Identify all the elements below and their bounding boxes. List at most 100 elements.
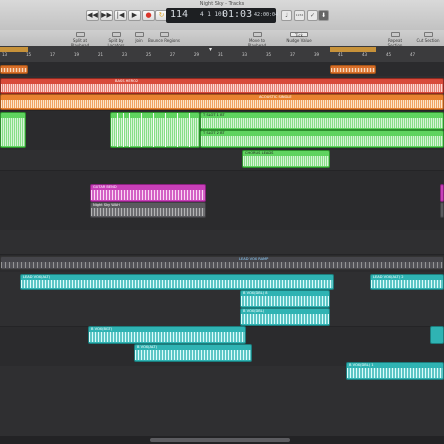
tempo-value: 114 [170, 9, 189, 20]
audio-region[interactable] [440, 184, 444, 202]
audio-region[interactable]: T SLOT 2 BT [200, 130, 444, 148]
cut-icon [423, 32, 433, 37]
audio-region[interactable]: T SLOT 1 BT [200, 112, 444, 130]
bar-number: 15 [26, 52, 32, 57]
waveform [1, 262, 443, 268]
waveform [331, 68, 375, 72]
waveform [135, 350, 251, 360]
audio-region[interactable]: Night Sky WAH [90, 202, 206, 218]
cycle-region-right[interactable] [330, 47, 376, 52]
audio-region[interactable]: CHORUS LEADS [242, 150, 330, 168]
nudge-value-field[interactable]: Tick [290, 32, 308, 38]
waveform [1, 68, 27, 72]
waveform [241, 314, 329, 324]
audio-region[interactable] [440, 202, 444, 218]
track-lane [0, 62, 444, 77]
count-in-button[interactable]: 1234 [294, 10, 305, 21]
bar-number: 13 [2, 52, 8, 57]
waveform [201, 136, 443, 146]
rewind-button[interactable]: ◀◀ [86, 10, 99, 21]
waveform [89, 332, 245, 342]
audio-region[interactable]: LEAD VOX(ALT) [20, 274, 334, 290]
audio-region[interactable] [330, 65, 376, 74]
go-to-start-button[interactable]: |◀ [114, 10, 127, 21]
bar-number: 33 [242, 52, 248, 57]
audio-region[interactable]: B VOX(DBL) 8 [240, 290, 330, 308]
bar-number: 35 [266, 52, 272, 57]
window-title: Night Sky - Tracks [199, 1, 245, 7]
waveform [241, 296, 329, 306]
track-lane [0, 230, 444, 255]
record-button[interactable]: ● [142, 10, 155, 21]
waveform [21, 280, 333, 288]
bar-number: 47 [410, 52, 416, 57]
bounce-icon [159, 32, 169, 37]
audio-region[interactable]: B VOX(ALT) [134, 344, 252, 362]
play-button[interactable]: ▶ [128, 10, 141, 21]
playhead-marker[interactable]: ▾ [209, 46, 212, 53]
join-button[interactable]: Join [132, 32, 146, 43]
audio-region[interactable] [430, 326, 444, 344]
scrollbar-thumb[interactable] [150, 438, 290, 442]
audio-region[interactable]: B VOX(DBL) [240, 308, 330, 326]
waveform [1, 118, 25, 146]
nudge-value-label: Nudge Value [286, 38, 312, 43]
bar-number: 27 [170, 52, 176, 57]
download-button[interactable]: ⬇ [318, 10, 329, 21]
audio-region[interactable] [0, 112, 26, 148]
waveform [91, 190, 205, 200]
waveform [1, 100, 443, 108]
audio-region[interactable]: BASS HERO2 [0, 78, 444, 94]
track-lane [0, 170, 444, 231]
waveform [111, 118, 199, 146]
audio-region[interactable]: ACOUSTIC SINGLE [0, 94, 444, 110]
audio-region[interactable]: LEAD VOX(ALT) 2 [370, 274, 444, 290]
timeline-ruler[interactable]: ▾ 13 15 17 19 21 23 25 27 29 31 33 35 37… [0, 46, 444, 63]
bar-number: 37 [290, 52, 296, 57]
audio-region[interactable]: LEAD VOX RAMP [0, 256, 444, 270]
fast-forward-button[interactable]: ▶▶ [100, 10, 113, 21]
metronome-button[interactable]: ♩ [281, 10, 292, 21]
bar-number: 21 [98, 52, 104, 57]
waveform [243, 156, 329, 166]
waveform [1, 84, 443, 92]
bar-number: 43 [362, 52, 368, 57]
audio-region[interactable]: B VOX(DBL) 1 [346, 362, 444, 380]
audio-region[interactable] [0, 65, 28, 74]
audio-region[interactable]: B VOX(BGT) [88, 326, 246, 344]
bar-number: 45 [386, 52, 392, 57]
waveform [347, 368, 443, 378]
control-bar: Night Sky - Tracks ◀◀ ▶▶ |◀ ▶ ● ↻ 114 4 … [0, 0, 444, 31]
waveform [201, 118, 443, 128]
lcd-display[interactable]: 114 4 1 101 01:03 42:00:04 [166, 8, 279, 23]
bar-number: 41 [338, 52, 344, 57]
split-locators-icon [111, 32, 121, 37]
bar-number: 19 [74, 52, 80, 57]
bar-number: 31 [218, 52, 224, 57]
move-playhead-icon [252, 32, 262, 37]
tuner-button[interactable]: ✓ [307, 10, 318, 21]
tracks-area[interactable]: BASS HERO2 ACOUSTIC SINGLE T SLOT 1 BT T… [0, 62, 444, 444]
nudge-value-control[interactable]: Tick Nudge Value [286, 32, 312, 43]
bounce-regions-label: Bounce Regions [148, 38, 180, 43]
track-lane [0, 150, 444, 171]
bar-number: 25 [146, 52, 152, 57]
split-icon [75, 32, 85, 37]
waveform [371, 280, 443, 288]
bar-number: 17 [50, 52, 56, 57]
frames-value: 42:00:04 [254, 12, 279, 18]
join-label: Join [135, 38, 143, 43]
cut-section-label: Cut Section [416, 38, 440, 43]
waveform [91, 208, 205, 216]
join-icon [134, 32, 144, 37]
time-value: 01:03 [222, 9, 253, 20]
cut-section-button[interactable]: Cut Section [414, 32, 442, 43]
bar-number: 39 [314, 52, 320, 57]
bar-number: 29 [194, 52, 200, 57]
audio-region[interactable] [110, 112, 200, 148]
bounce-regions-button[interactable]: Bounce Regions [148, 32, 180, 43]
repeat-icon [390, 32, 400, 37]
audio-region[interactable]: GUTAR BEND [90, 184, 206, 202]
command-toolbar: Split at Playhead Split by Locators Join… [0, 30, 444, 48]
horizontal-scrollbar[interactable] [0, 436, 444, 444]
